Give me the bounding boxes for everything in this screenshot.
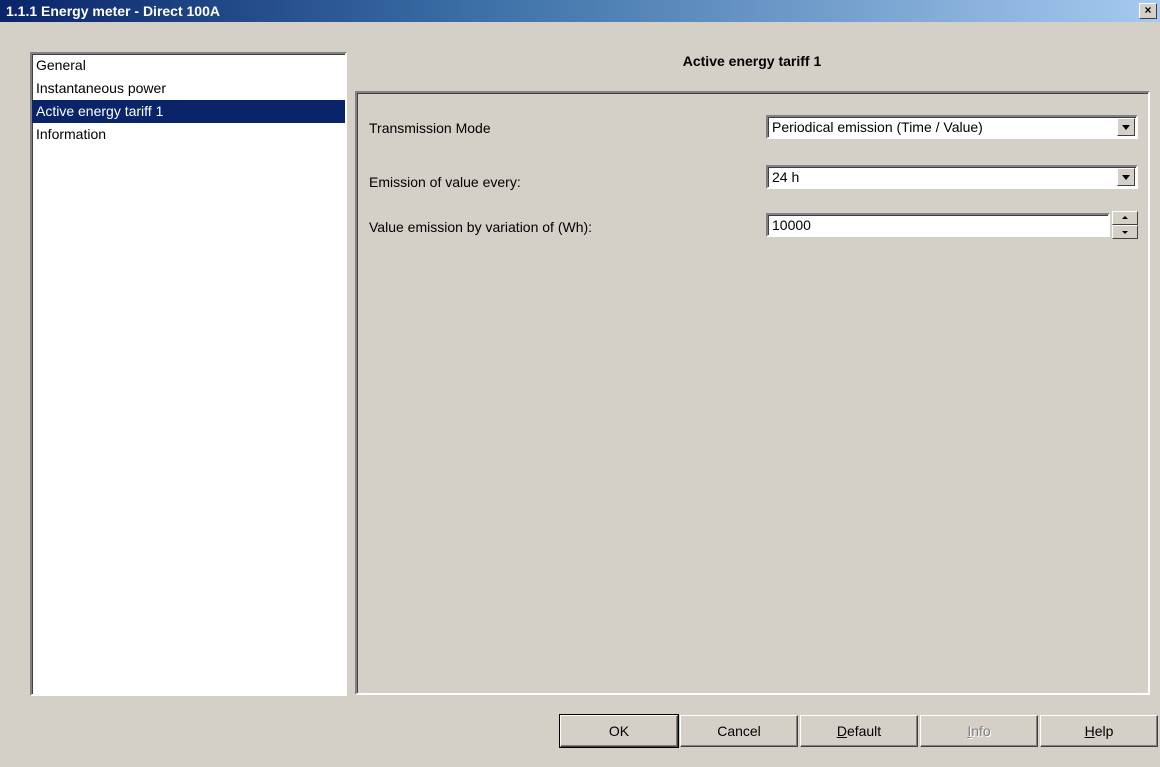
parameter-panel: Transmission Mode Periodical emission (T… <box>355 91 1150 695</box>
chevron-down-icon <box>1122 125 1130 130</box>
arrow-up-icon <box>1122 216 1128 219</box>
emission-interval-value: 24 h <box>772 169 800 185</box>
page-title: Active energy tariff 1 <box>682 53 822 69</box>
variation-threshold-spinner[interactable] <box>1112 211 1138 239</box>
transmission-mode-dropdown-button[interactable] <box>1117 118 1135 136</box>
ok-button[interactable]: OK <box>559 714 679 748</box>
emission-interval-label: Emission of value every: <box>369 174 521 190</box>
cancel-button[interactable]: Cancel <box>680 715 798 747</box>
chevron-down-icon <box>1122 175 1130 180</box>
transmission-mode-value: Periodical emission (Time / Value) <box>772 119 983 135</box>
cancel-button-label: Cancel <box>717 723 761 739</box>
help-button-label: elp <box>1094 723 1114 739</box>
emission-interval-dropdown-button[interactable] <box>1117 168 1135 186</box>
help-button[interactable]: Help <box>1040 715 1158 747</box>
spin-down-button[interactable] <box>1112 225 1138 239</box>
variation-threshold-label: Value emission by variation of (Wh): <box>369 219 593 235</box>
info-button: Info <box>920 715 1038 747</box>
default-button-label: efault <box>846 723 882 739</box>
list-item-information[interactable]: Information <box>32 123 345 146</box>
dialog-window: 1.1.1 Energy meter - Direct 100A × Gener… <box>0 0 1160 767</box>
window-title: 1.1.1 Energy meter - Direct 100A <box>6 3 220 19</box>
title-bar[interactable]: 1.1.1 Energy meter - Direct 100A × <box>0 0 1160 22</box>
help-button-mnemonic: H <box>1084 723 1095 739</box>
variation-threshold-value: 10000 <box>772 217 811 233</box>
default-button-mnemonic: D <box>836 723 847 739</box>
spin-up-button[interactable] <box>1112 211 1138 225</box>
close-button[interactable]: × <box>1139 3 1157 19</box>
default-button[interactable]: Default <box>800 715 918 747</box>
ok-button-label: OK <box>608 723 630 739</box>
list-item-active-energy-tariff-1[interactable]: Active energy tariff 1 <box>32 100 345 123</box>
list-item-general[interactable]: General <box>32 54 345 77</box>
emission-interval-dropdown[interactable]: 24 h <box>766 165 1138 189</box>
transmission-mode-label: Transmission Mode <box>369 120 491 136</box>
info-button-label: nfo <box>971 723 991 739</box>
transmission-mode-dropdown[interactable]: Periodical emission (Time / Value) <box>766 115 1138 139</box>
variation-threshold-input[interactable]: 10000 <box>766 213 1110 237</box>
list-item-instantaneous-power[interactable]: Instantaneous power <box>32 77 345 100</box>
parameter-page-list[interactable]: General Instantaneous power Active energ… <box>30 52 347 696</box>
close-icon: × <box>1144 3 1152 17</box>
arrow-down-icon <box>1122 231 1128 234</box>
